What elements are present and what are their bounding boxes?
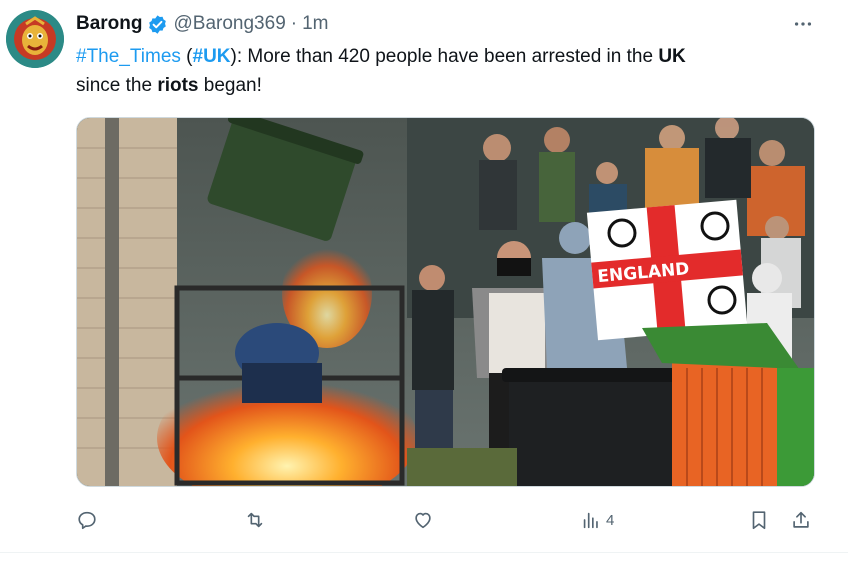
- text-open-paren: (: [180, 46, 193, 67]
- riot-photo-image: ENGLAND: [77, 118, 814, 486]
- bookmark-button[interactable]: [748, 506, 770, 534]
- views-count: 4: [606, 511, 615, 529]
- barong-mask-icon: [6, 10, 64, 68]
- retweet-icon: [247, 512, 263, 528]
- hashtag-the-times[interactable]: #The_Times: [76, 46, 181, 67]
- avatar[interactable]: [6, 10, 64, 68]
- views-button[interactable]: 4: [580, 506, 614, 534]
- retweet-button[interactable]: [244, 506, 266, 534]
- text-bold-uk: UK: [658, 46, 686, 67]
- views-icon: [583, 512, 598, 529]
- tweet-photo[interactable]: ENGLAND: [76, 117, 815, 487]
- tweet-actions: 4: [76, 506, 816, 534]
- more-options-icon[interactable]: [790, 12, 816, 36]
- share-icon: [793, 511, 809, 528]
- like-button[interactable]: [412, 506, 434, 534]
- reply-button[interactable]: [76, 506, 98, 534]
- text-segment-2: since the: [76, 75, 158, 96]
- hashtag-uk[interactable]: #UK: [193, 46, 231, 67]
- author-handle[interactable]: @Barong369: [174, 13, 286, 35]
- reply-icon: [78, 511, 96, 530]
- text-bold-riots: riots: [157, 75, 199, 96]
- heart-icon: [415, 512, 431, 529]
- text-segment-3: began!: [198, 75, 262, 96]
- separator-dot: ·: [290, 13, 298, 34]
- share-button[interactable]: [790, 506, 812, 534]
- tweet-text: #The_Times (#UK): More than 420 people h…: [76, 42, 816, 100]
- bookmark-icon: [752, 511, 766, 530]
- text-segment-1: ): More than 420 people have been arrest…: [230, 46, 659, 67]
- divider: [0, 552, 848, 553]
- author-name[interactable]: Barong: [76, 13, 143, 35]
- tweet[interactable]: Barong @Barong369 · 1m #The_Times (#UK):…: [0, 0, 848, 565]
- timestamp[interactable]: 1m: [302, 13, 328, 35]
- tweet-header: Barong @Barong369 · 1m: [76, 12, 329, 36]
- verified-badge-icon: [147, 14, 168, 35]
